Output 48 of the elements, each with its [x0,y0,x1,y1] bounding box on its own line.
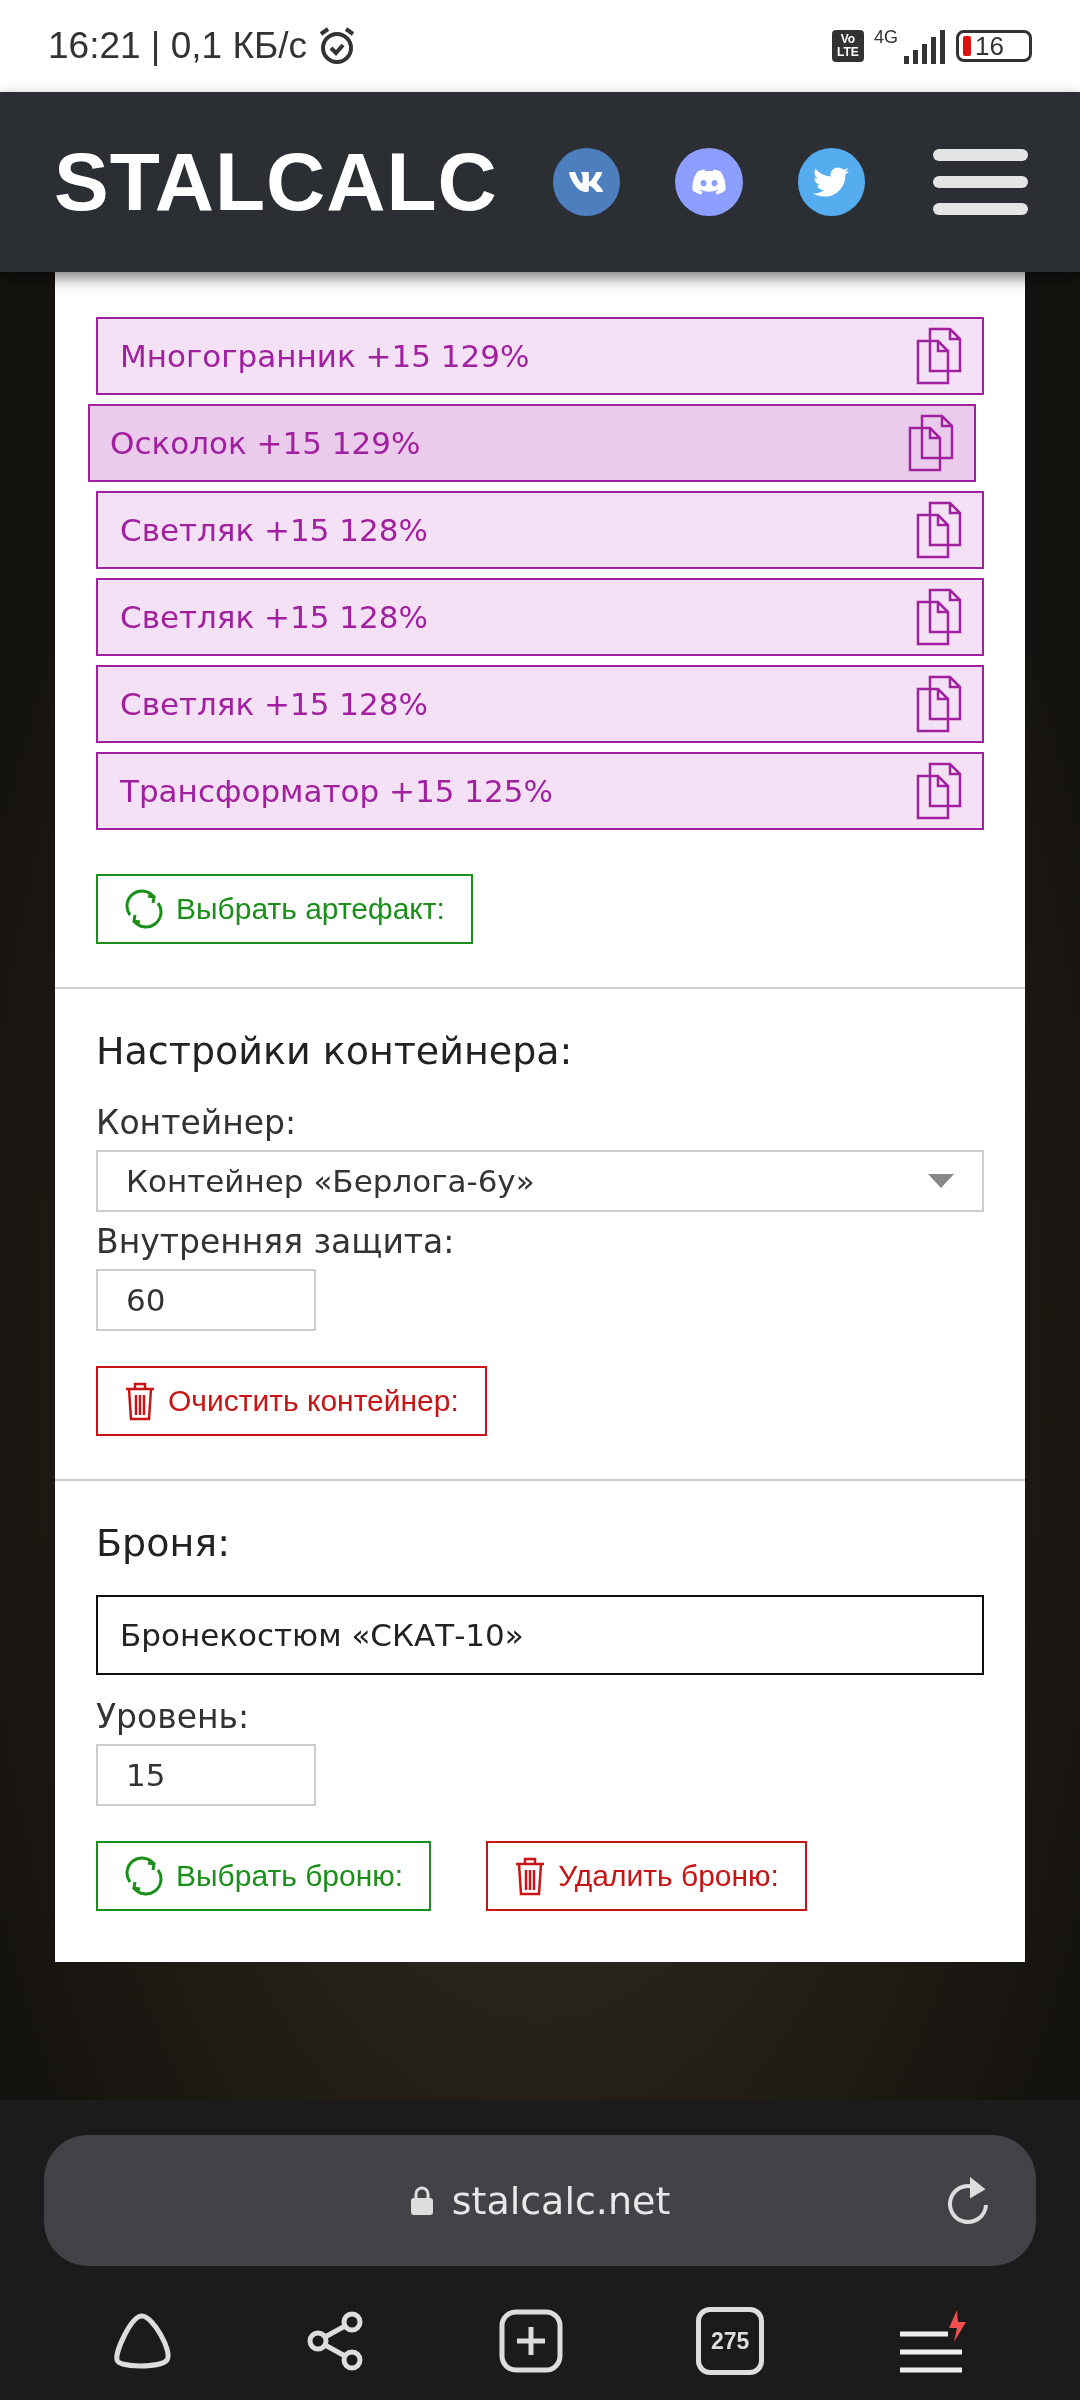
artifact-item[interactable]: Многогранник +15 129% [96,317,984,395]
section-title: Броня: [96,1521,231,1565]
trash-icon [514,1856,547,1896]
artifact-item[interactable]: Трансформатор +15 125% [96,752,984,830]
copy-icon[interactable] [908,414,954,472]
address-bar[interactable]: stalcalc.net [44,2135,1036,2266]
field-label: Внутренняя защита: [96,1222,456,1261]
refresh-icon [124,1856,164,1896]
copy-icon[interactable] [916,675,962,733]
artifact-label: Светляк +15 128% [120,512,428,548]
artifact-item[interactable]: Светляк +15 128% [96,491,984,569]
menu-icon[interactable] [932,149,1028,215]
field-label: Контейнер: [96,1103,298,1142]
copy-icon[interactable] [916,327,962,385]
copy-icon[interactable] [916,588,962,646]
artifact-item[interactable]: Светляк +15 128% [96,578,984,656]
artifact-label: Трансформатор +15 125% [120,773,553,809]
artifact-label: Многогранник +15 129% [120,338,530,374]
artifact-label: Светляк +15 128% [120,686,428,722]
url-text: stalcalc.net [451,2178,671,2223]
protection-input[interactable]: 60 [96,1269,316,1331]
level-input[interactable]: 15 [96,1744,316,1806]
artifact-label: Светляк +15 128% [120,599,428,635]
tab-count[interactable]: 275 [696,2307,765,2375]
status-time: 16:21 | 0,1 КБ/с [48,25,308,67]
network-type: 4G [874,26,898,48]
copy-icon[interactable] [916,762,962,820]
delete-armor-button[interactable]: Удалить броню: [486,1841,807,1911]
lock-icon [409,2185,434,2216]
copy-icon[interactable] [916,501,962,559]
select-armor-button[interactable]: Выбрать броню: [96,1841,432,1911]
artifact-label: Осколок +15 129% [110,425,421,461]
select-artifact-button[interactable]: Выбрать артефакт: [96,874,473,944]
section-title: Настройки контейнера: [96,1029,574,1073]
artifact-item[interactable]: Светляк +15 128% [96,665,984,743]
battery-indicator: 16 [956,30,1032,62]
site-logo[interactable]: STALCALC [54,141,498,223]
dropdown-caret-icon [928,1174,954,1188]
armor-field[interactable]: Бронекостюм «СКАТ-10» [96,1595,984,1675]
artifact-item[interactable]: Осколок +15 129% [88,404,976,482]
signal-icon [902,28,946,64]
clear-container-button[interactable]: Очистить контейнер: [96,1366,487,1436]
refresh-icon [124,889,164,929]
trash-icon [124,1381,156,1421]
container-select[interactable]: Контейнер «Берлога-6у» [96,1150,984,1212]
volte-icon: Vo LTE [832,30,864,62]
new-tab-icon[interactable] [498,2309,563,2373]
field-label: Уровень: [96,1697,251,1736]
